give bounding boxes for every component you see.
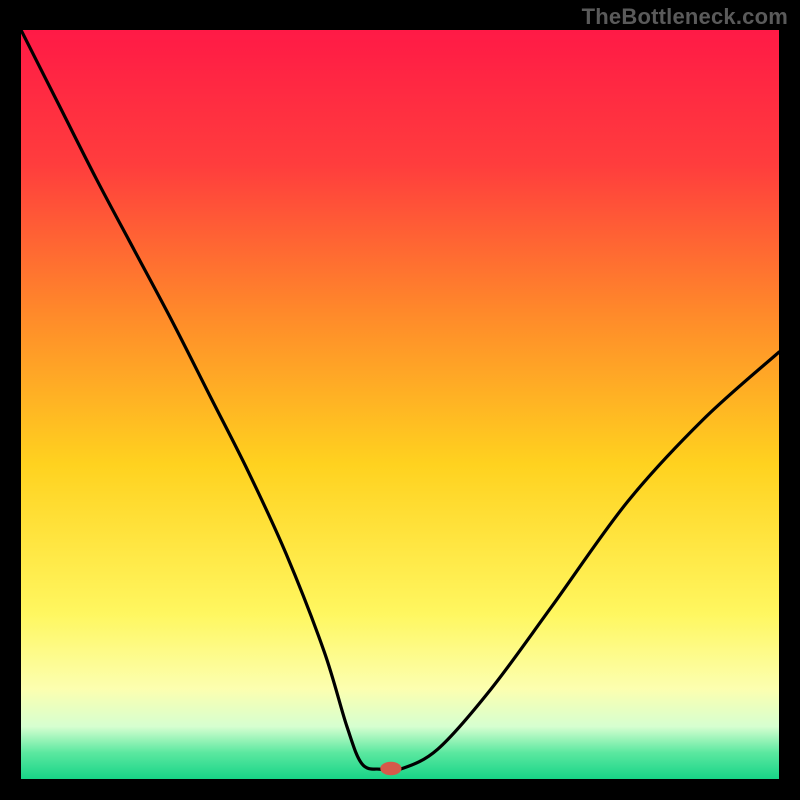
optimal-point-marker: [380, 762, 401, 775]
watermark-text: TheBottleneck.com: [582, 4, 788, 30]
chart-svg: [21, 30, 779, 779]
chart-frame: TheBottleneck.com: [0, 0, 800, 800]
gradient-background: [21, 30, 779, 779]
plot-area: [21, 30, 779, 779]
